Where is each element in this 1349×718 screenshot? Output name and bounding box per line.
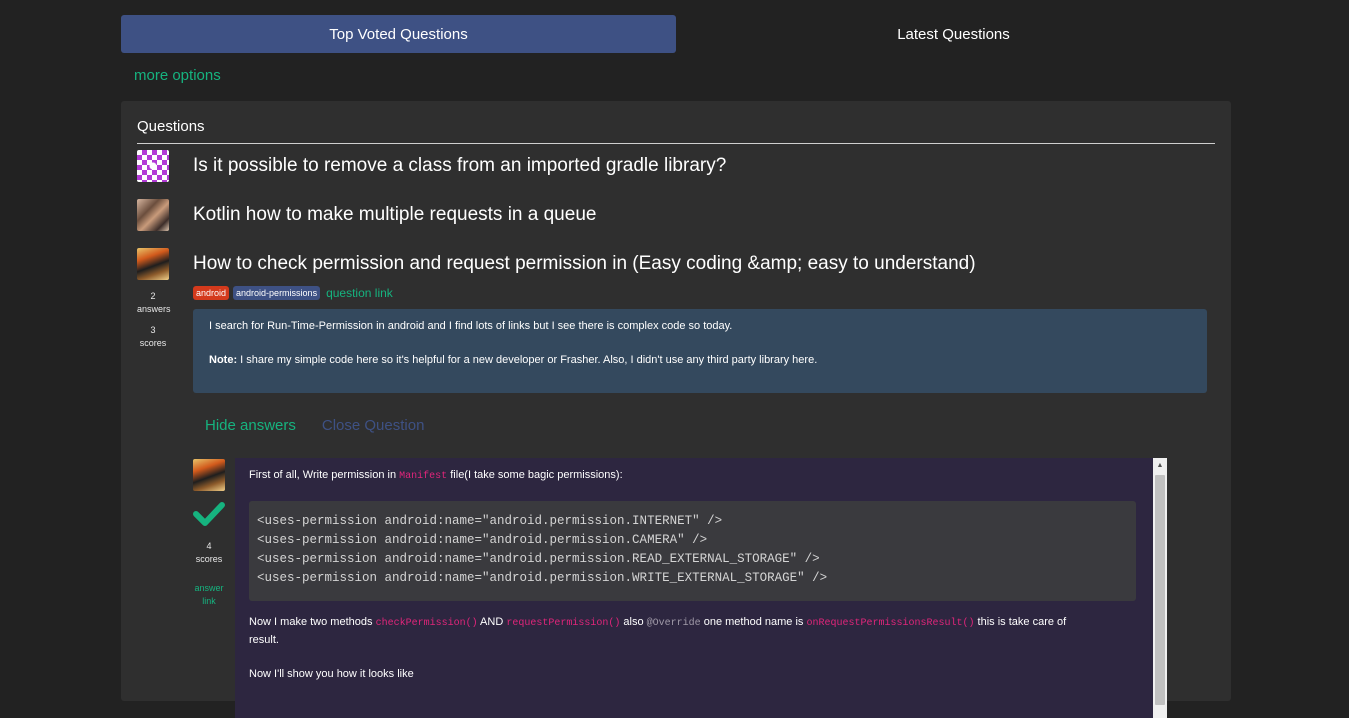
- answer-text: First of all, Write permission in: [249, 469, 400, 481]
- question-note: Note: I share my simple code here so it'…: [209, 354, 817, 366]
- tab-bar: Top Voted Questions Latest Questions: [121, 15, 1231, 53]
- note-label: Note:: [209, 354, 238, 366]
- user-avatar: [137, 248, 169, 280]
- identicon-avatar: [137, 150, 169, 182]
- scores-count: 3: [150, 325, 156, 335]
- close-question-button[interactable]: Close Question: [322, 417, 425, 434]
- answer-paragraph: Now I'll show you how it looks like: [249, 668, 414, 680]
- answers-label: answers: [137, 304, 171, 314]
- inline-code: Manifest: [399, 471, 448, 482]
- answer-scores-label: scores: [195, 554, 223, 564]
- answer-link[interactable]: answer link: [193, 582, 225, 608]
- question-body-text: I search for Run-Time-Permission in andr…: [209, 320, 733, 332]
- question-actions: Hide answers Close Question: [205, 417, 424, 434]
- scroll-thumb[interactable]: [1155, 475, 1165, 705]
- scores-label: scores: [139, 338, 167, 348]
- question-tags: android android-permissions question lin…: [193, 286, 393, 300]
- inline-code: checkPermission(): [375, 618, 478, 629]
- divider: [137, 143, 1215, 144]
- question-link[interactable]: question link: [326, 286, 393, 300]
- inline-code: onRequestPermissionsResult(): [806, 618, 975, 629]
- answer-scrollbar[interactable]: ▲: [1153, 458, 1167, 718]
- answer-text: this is take care of: [974, 616, 1067, 628]
- questions-panel: Questions Is it possible to remove a cla…: [121, 101, 1231, 718]
- user-avatar: [137, 199, 169, 231]
- answer-scores-count: 4: [206, 541, 212, 551]
- code-block: <uses-permission android:name="android.p…: [249, 501, 1136, 601]
- user-avatar: [193, 459, 225, 491]
- answer-text: one method name is: [700, 616, 807, 628]
- answer-sidebar: 4 scores answer link: [193, 459, 225, 608]
- question-row: Is it possible to remove a class from an…: [137, 149, 726, 183]
- question-row: How to check permission and request perm…: [137, 247, 976, 281]
- tag-android-permissions[interactable]: android-permissions: [233, 286, 321, 300]
- note-text: I share my simple code here so it's help…: [237, 354, 818, 366]
- code-line: <uses-permission android:name="android.p…: [257, 533, 708, 547]
- panel-title: Questions: [137, 118, 205, 135]
- answer-stats: 4 scores: [193, 540, 225, 566]
- answers-count: 2: [150, 291, 156, 301]
- answer-paragraph: Now I make two methods checkPermission()…: [249, 616, 1066, 629]
- question-title[interactable]: Is it possible to remove a class from an…: [193, 155, 726, 177]
- answer-body: First of all, Write permission in Manife…: [235, 458, 1153, 718]
- answer-text: file(I take some bagic permissions):: [447, 469, 623, 481]
- scroll-up-arrow-icon[interactable]: ▲: [1153, 458, 1167, 472]
- tab-top-voted-questions[interactable]: Top Voted Questions: [121, 15, 676, 53]
- inline-code: @Override: [646, 618, 701, 629]
- hide-answers-button[interactable]: Hide answers: [205, 417, 296, 434]
- code-line: <uses-permission android:name="android.p…: [257, 571, 828, 585]
- tab-latest-questions[interactable]: Latest Questions: [676, 15, 1231, 53]
- tag-android[interactable]: android: [193, 286, 230, 300]
- answer-intro: First of all, Write permission in Manife…: [249, 469, 623, 482]
- code-line: <uses-permission android:name="android.p…: [257, 552, 820, 566]
- code-line: <uses-permission android:name="android.p…: [257, 514, 723, 528]
- answer-text: also: [620, 616, 647, 628]
- question-title[interactable]: Kotlin how to make multiple requests in …: [193, 204, 596, 226]
- inline-code: requestPermission(): [506, 618, 621, 629]
- question-title[interactable]: How to check permission and request perm…: [193, 253, 976, 275]
- question-body: I search for Run-Time-Permission in andr…: [193, 309, 1207, 393]
- answer-text: AND: [477, 616, 507, 628]
- question-stats: 2 answers 3 scores: [137, 290, 171, 350]
- answer-paragraph-cont: result.: [249, 634, 279, 646]
- answer-text: Now I make two methods: [249, 616, 376, 628]
- accepted-check-icon: [193, 501, 225, 532]
- question-row: Kotlin how to make multiple requests in …: [137, 198, 596, 232]
- more-options-link[interactable]: more options: [134, 67, 221, 84]
